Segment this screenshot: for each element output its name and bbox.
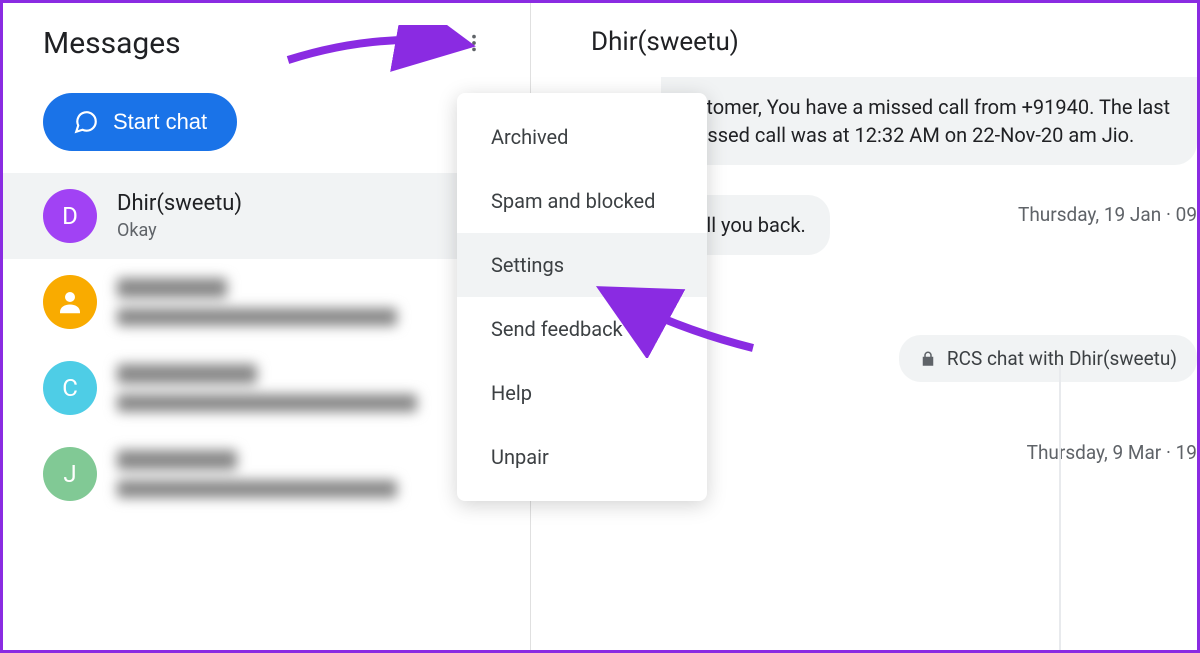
date-label: Thursday, 9 Mar · 19: [1027, 441, 1197, 464]
menu-settings[interactable]: Settings: [457, 233, 707, 297]
menu-unpair[interactable]: Unpair: [457, 425, 707, 489]
avatar: J: [43, 447, 97, 501]
menu-archived[interactable]: Archived: [457, 105, 707, 169]
start-chat-button[interactable]: Start chat: [43, 93, 237, 151]
date-label: Thursday, 19 Jan · 09: [1018, 203, 1197, 226]
menu-spam-blocked[interactable]: Spam and blocked: [457, 169, 707, 233]
avatar: C: [43, 361, 97, 415]
conversation-name: Dhir(sweetu): [117, 191, 471, 216]
message-bubble: ustomer, You have a missed call from +91…: [661, 77, 1197, 165]
lock-icon: [919, 350, 937, 368]
avatar: [43, 275, 97, 329]
rcs-label: RCS chat with Dhir(sweetu): [947, 347, 1177, 370]
sidebar: Messages Start chat D Dhir(sweetu) Okay …: [3, 3, 531, 650]
menu-feedback[interactable]: Send feedback: [457, 297, 707, 361]
conversation-item[interactable]: J 13:08: [3, 431, 530, 517]
conversation-text: Dhir(sweetu) Okay: [117, 191, 471, 241]
rcs-chip: RCS chat with Dhir(sweetu): [899, 335, 1197, 382]
conversation-list: D Dhir(sweetu) Okay 57 C: [3, 173, 530, 650]
chat-bubble-icon: [73, 109, 99, 135]
conversation-item-dhir[interactable]: D Dhir(sweetu) Okay 57: [3, 173, 530, 259]
conversation-preview: Okay: [117, 220, 471, 241]
conversation-item[interactable]: C: [3, 345, 530, 431]
menu-help[interactable]: Help: [457, 361, 707, 425]
person-icon: [55, 287, 85, 317]
chat-header-title: Dhir(sweetu): [531, 3, 1197, 77]
more-vert-icon: [463, 32, 485, 54]
more-options-button[interactable]: [454, 23, 494, 63]
conversation-text: [117, 364, 510, 412]
conversation-text: [117, 450, 448, 498]
avatar: D: [43, 189, 97, 243]
conversation-item[interactable]: [3, 259, 530, 345]
thread-line: [1059, 363, 1061, 650]
conversation-text: [117, 278, 510, 326]
sidebar-header: Messages: [3, 3, 530, 73]
messages-title: Messages: [43, 26, 181, 61]
start-chat-label: Start chat: [113, 109, 207, 135]
more-options-menu: Archived Spam and blocked Settings Send …: [457, 93, 707, 501]
